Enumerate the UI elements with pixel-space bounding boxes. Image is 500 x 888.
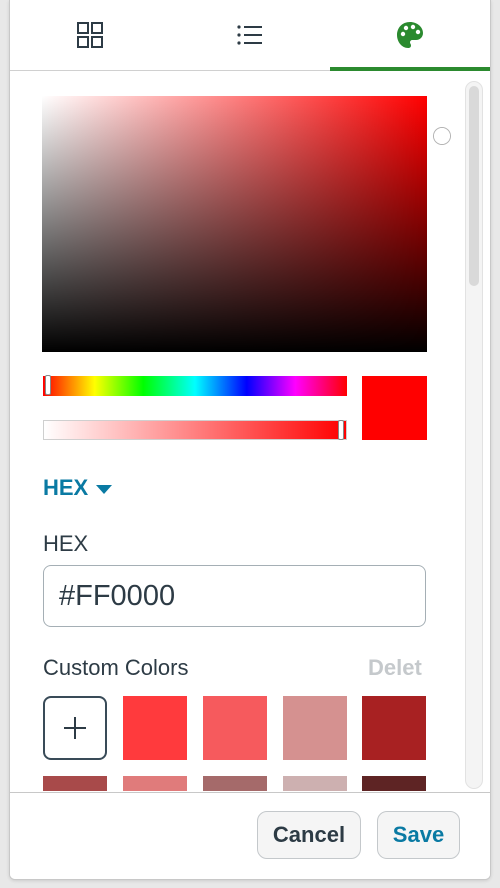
saturation-value-handle[interactable] xyxy=(434,128,450,144)
custom-color-swatch[interactable] xyxy=(362,776,426,791)
grid-icon xyxy=(77,22,103,48)
scrollbar-thumb[interactable] xyxy=(469,86,479,286)
save-button[interactable]: Save xyxy=(377,811,460,859)
caret-down-icon xyxy=(96,484,113,494)
saturation-value-area[interactable] xyxy=(42,96,450,352)
tab-palette[interactable] xyxy=(330,0,490,71)
hue-slider-handle[interactable] xyxy=(45,375,51,395)
color-picker-panel: HEX HEX Custom Colors Delet Cancel Save xyxy=(9,0,491,880)
dialog-footer: Cancel Save xyxy=(10,792,490,879)
hex-label: HEX xyxy=(43,531,89,556)
delete-button[interactable]: Delet xyxy=(368,655,422,681)
tab-grid[interactable] xyxy=(10,0,170,70)
plus-icon xyxy=(64,717,86,739)
custom-color-swatch[interactable] xyxy=(283,776,347,791)
custom-color-swatch[interactable] xyxy=(123,776,187,791)
alpha-slider[interactable] xyxy=(43,420,347,440)
hex-input[interactable] xyxy=(43,565,426,627)
palette-icon xyxy=(397,22,423,48)
custom-color-swatch[interactable] xyxy=(43,776,107,791)
format-toggle[interactable]: HEX xyxy=(43,475,113,501)
picker-scroll-area[interactable]: HEX HEX Custom Colors Delet xyxy=(10,71,490,791)
list-icon xyxy=(237,25,262,45)
alpha-slider-handle[interactable] xyxy=(338,420,344,440)
custom-color-swatch[interactable] xyxy=(362,696,426,760)
custom-color-swatch[interactable] xyxy=(203,696,267,760)
add-custom-color-button[interactable] xyxy=(43,696,107,760)
tab-list[interactable] xyxy=(170,0,330,70)
format-toggle-label: HEX xyxy=(43,475,89,500)
custom-color-swatch[interactable] xyxy=(203,776,267,791)
color-preview-swatch xyxy=(362,376,427,440)
custom-color-swatch[interactable] xyxy=(283,696,347,760)
cancel-button[interactable]: Cancel xyxy=(257,811,361,859)
hue-slider[interactable] xyxy=(43,375,347,396)
tab-bar xyxy=(10,0,490,71)
custom-colors-title: Custom Colors xyxy=(43,655,189,680)
custom-color-swatch[interactable] xyxy=(123,696,187,760)
scrollbar[interactable] xyxy=(465,81,483,789)
